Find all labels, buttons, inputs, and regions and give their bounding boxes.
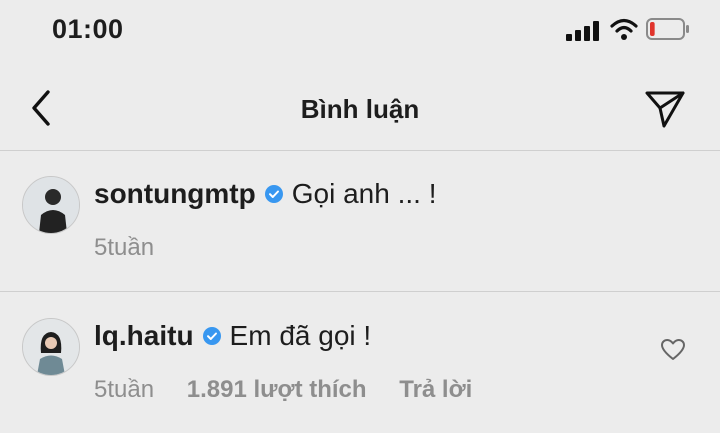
comment-text: Em đã gọi ! <box>229 320 372 351</box>
verified-badge-icon <box>264 185 283 203</box>
heart-outline-icon <box>661 339 685 360</box>
caption-item: sontungmtp Gọi anh ... ! 5tuần <box>0 150 720 290</box>
like-button[interactable] <box>660 338 686 362</box>
battery-low-icon <box>646 18 689 40</box>
comment-time: 5tuần <box>94 234 155 261</box>
reply-button[interactable]: Trả lời <box>399 376 472 403</box>
like-count[interactable]: 1.891 lượt thích <box>187 376 367 403</box>
page-title: Bình luận <box>300 94 420 124</box>
avatar-image <box>23 177 79 233</box>
avatar-image <box>23 319 79 375</box>
comment-time: 5tuần <box>94 376 155 403</box>
status-bar: 01:00 <box>0 0 720 64</box>
avatar[interactable] <box>22 318 80 376</box>
battery-level-fill <box>650 22 655 36</box>
share-button[interactable] <box>644 88 686 130</box>
cellular-signal-icon <box>566 21 599 41</box>
status-time: 01:00 <box>52 14 124 44</box>
username[interactable]: lq.haitu <box>94 320 194 352</box>
comment-item: lq.haitu Em đã gọi ! 5tuần 1.891 lượt th… <box>0 292 720 433</box>
comment-text: Gọi anh ... ! <box>291 178 437 209</box>
username[interactable]: sontungmtp <box>94 178 256 210</box>
paper-plane-icon <box>645 91 685 128</box>
wifi-icon <box>610 18 638 40</box>
verified-badge-icon <box>202 327 221 345</box>
nav-bar: Bình luận <box>0 70 720 150</box>
avatar[interactable] <box>22 176 80 234</box>
